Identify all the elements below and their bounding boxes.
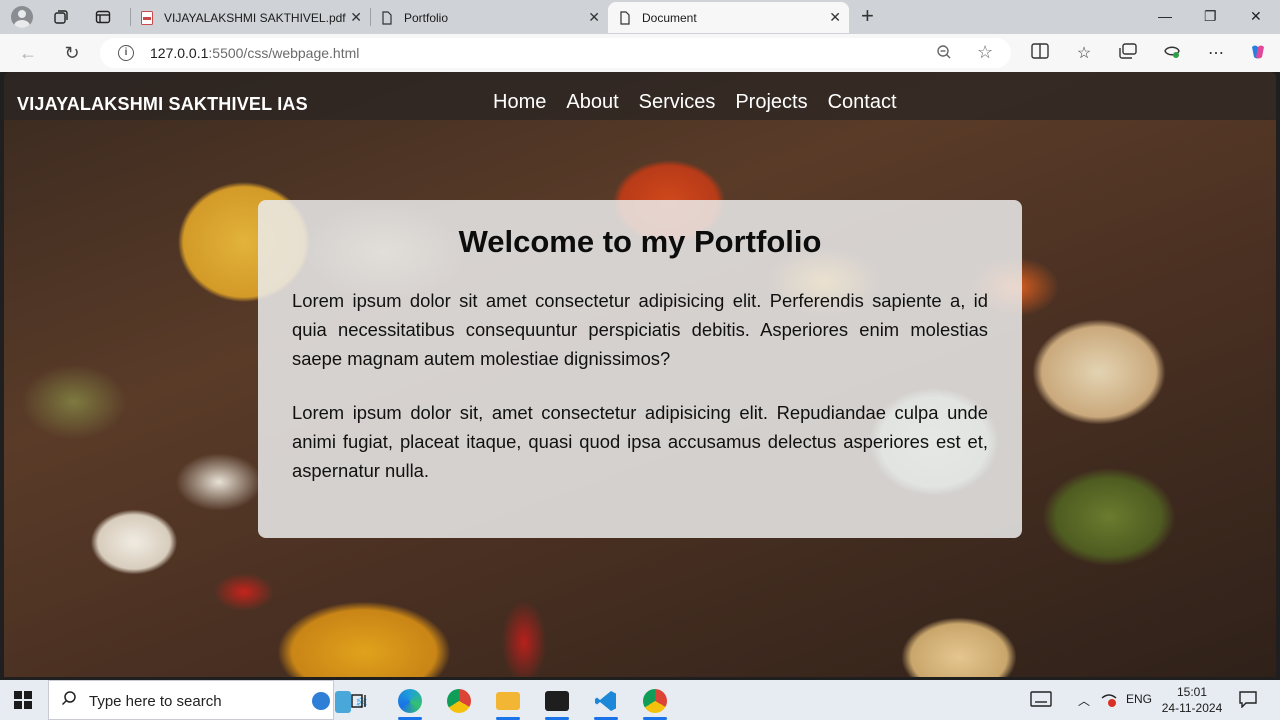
favorite-star-icon[interactable]: ☆ bbox=[977, 42, 993, 63]
windows-start-icon[interactable] bbox=[14, 691, 32, 709]
split-screen-icon[interactable] bbox=[1030, 43, 1050, 64]
clock-date: 24-11-2024 bbox=[1161, 701, 1223, 715]
url-text: 127.0.0.1:5500/css/webpage.html bbox=[150, 45, 360, 61]
minimize-icon[interactable]: — bbox=[1158, 8, 1172, 24]
task-view-icon[interactable] bbox=[340, 684, 380, 718]
back-icon[interactable]: ← bbox=[18, 43, 38, 63]
refresh-icon[interactable]: ↻ bbox=[62, 43, 82, 63]
browser-tab-strip: VIJAYALAKSHMI SAKTHIVEL.pdf ✕ Portfolio … bbox=[0, 0, 1280, 34]
intro-paragraph-2: Lorem ipsum dolor sit, amet consectetur … bbox=[292, 402, 988, 481]
notifications-icon[interactable] bbox=[1238, 690, 1258, 711]
nav-projects-link[interactable]: Projects bbox=[735, 91, 807, 114]
browser-toolbar: ← ↻ i 127.0.0.1:5500/css/webpage.html ☆ … bbox=[0, 34, 1280, 72]
nav-about-link[interactable]: About bbox=[566, 91, 618, 114]
new-tab-icon[interactable]: + bbox=[861, 5, 874, 27]
windows-taskbar: Type here to search ❄ ︿ ENG 15:01 24-11-… bbox=[0, 680, 1280, 720]
tab-title: Portfolio bbox=[404, 10, 449, 25]
search-placeholder: Type here to search bbox=[89, 693, 222, 710]
page-icon bbox=[380, 10, 394, 25]
tab-pdf[interactable]: VIJAYALAKSHMI SAKTHIVEL.pdf ✕ bbox=[130, 2, 370, 33]
site-brand[interactable]: VIJAYALAKSHMI SAKTHIVEL IAS bbox=[17, 94, 308, 115]
profile-avatar-icon[interactable] bbox=[11, 6, 33, 28]
tab-title: VIJAYALAKSHMI SAKTHIVEL.pdf bbox=[164, 10, 346, 25]
restore-icon[interactable]: ❐ bbox=[1204, 8, 1217, 25]
nav-services-link[interactable]: Services bbox=[639, 91, 716, 114]
taskbar-clock[interactable]: 15:01 24-11-2024 bbox=[1160, 684, 1224, 716]
tab-title: Document bbox=[642, 10, 697, 25]
workspaces-icon[interactable] bbox=[51, 7, 71, 27]
page-heading: Welcome to my Portfolio bbox=[458, 224, 822, 259]
close-window-icon[interactable]: ✕ bbox=[1250, 8, 1262, 25]
webpage-viewport: VIJAYALAKSHMI SAKTHIVEL IAS Home About S… bbox=[4, 72, 1276, 677]
search-icon bbox=[61, 690, 77, 711]
tab-document[interactable]: Document ✕ bbox=[608, 2, 849, 33]
nav-home-link[interactable]: Home bbox=[493, 91, 546, 114]
terminal-icon[interactable] bbox=[537, 684, 577, 720]
clock-time: 15:01 bbox=[1176, 685, 1208, 699]
language-indicator[interactable]: ENG bbox=[1126, 692, 1152, 706]
chrome-taskbar-icon[interactable] bbox=[439, 684, 479, 718]
keyboard-icon[interactable] bbox=[1030, 690, 1052, 711]
collections-icon[interactable] bbox=[1118, 43, 1138, 64]
vertical-tabs-icon[interactable] bbox=[93, 7, 113, 27]
vscode-icon[interactable] bbox=[586, 684, 626, 720]
more-options-icon[interactable]: ⋯ bbox=[1206, 43, 1226, 63]
network-offline-icon[interactable] bbox=[1100, 692, 1118, 711]
site-info-icon[interactable]: i bbox=[118, 45, 134, 61]
favorites-icon[interactable]: ☆ bbox=[1074, 43, 1094, 63]
file-explorer-icon[interactable] bbox=[488, 684, 528, 720]
zoom-icon[interactable] bbox=[936, 44, 952, 64]
show-hidden-icons-icon[interactable]: ︿ bbox=[1078, 692, 1090, 709]
welcome-card: Welcome to my Portfolio Lorem ipsum dolo… bbox=[258, 200, 1022, 538]
tab-portfolio[interactable]: Portfolio ✕ bbox=[370, 2, 608, 33]
pdf-icon bbox=[140, 10, 154, 25]
taskbar-search-box[interactable]: Type here to search ❄ bbox=[48, 680, 368, 720]
page-icon bbox=[618, 10, 632, 25]
edge-taskbar-icon[interactable] bbox=[390, 684, 430, 720]
chrome-profile-taskbar-icon[interactable] bbox=[635, 684, 675, 720]
site-menu: Home About Services Projects Contact bbox=[493, 91, 917, 114]
close-tab-icon[interactable]: ✕ bbox=[350, 10, 362, 24]
close-tab-icon[interactable]: ✕ bbox=[588, 10, 600, 24]
site-navbar: VIJAYALAKSHMI SAKTHIVEL IAS Home About S… bbox=[4, 72, 1276, 120]
close-tab-icon[interactable]: ✕ bbox=[829, 10, 841, 24]
address-bar[interactable]: i 127.0.0.1:5500/css/webpage.html ☆ bbox=[100, 38, 1011, 68]
intro-paragraph: Lorem ipsum dolor sit amet consectetur a… bbox=[292, 290, 988, 369]
browser-essentials-icon[interactable] bbox=[1162, 43, 1182, 64]
copilot-icon[interactable] bbox=[1248, 43, 1268, 66]
nav-contact-link[interactable]: Contact bbox=[828, 91, 897, 114]
